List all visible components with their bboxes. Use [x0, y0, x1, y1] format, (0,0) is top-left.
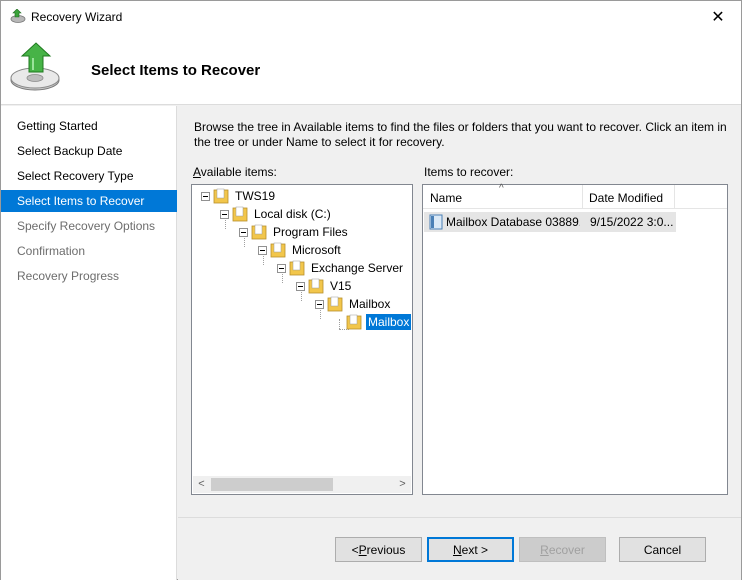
- column-divider[interactable]: [674, 185, 675, 209]
- collapse-icon[interactable]: [258, 245, 267, 255]
- item-name: Mailbox Database 03889...: [446, 215, 580, 229]
- collapse-icon[interactable]: [277, 263, 286, 273]
- column-header-date-modified[interactable]: Date Modified: [583, 185, 663, 209]
- next-button[interactable]: Next >: [427, 537, 514, 562]
- scroll-right-icon[interactable]: >: [394, 476, 411, 493]
- tree-node-label: TWS19: [235, 189, 276, 203]
- instructions-text: Browse the tree in Available items to fi…: [194, 120, 727, 149]
- step-confirmation: Confirmation: [17, 244, 86, 258]
- scroll-left-icon[interactable]: <: [193, 476, 210, 493]
- available-items-tree[interactable]: TWS19 Local disk (C:) Program Files Micr…: [191, 184, 413, 495]
- folder-icon: [289, 260, 305, 276]
- tree-node-v15[interactable]: V15: [296, 277, 353, 295]
- tree-node-mailbox-parent[interactable]: Mailbox: [315, 295, 392, 313]
- folder-icon: [270, 242, 286, 258]
- tree-node-program-files[interactable]: Program Files: [239, 223, 350, 241]
- folder-icon: [213, 188, 229, 204]
- tree-node-label: Local disk (C:): [254, 207, 331, 221]
- folder-icon: [232, 206, 248, 222]
- recovery-wizard-window: Recovery Wizard ✕ Select Items to Recove…: [0, 0, 742, 580]
- folder-icon: [346, 314, 362, 330]
- folder-icon: [251, 224, 267, 240]
- available-items-label: Available items:: [193, 165, 277, 179]
- tree-node-microsoft[interactable]: Microsoft: [258, 241, 343, 259]
- collapse-icon[interactable]: [220, 209, 229, 219]
- sort-ascending-icon: ^: [499, 183, 504, 194]
- folder-icon: [327, 296, 343, 312]
- wizard-steps-sidebar: Getting Started Select Backup Date Selec…: [1, 106, 177, 580]
- wizard-header: Select Items to Recover: [1, 32, 741, 105]
- step-specify-recovery-options: Specify Recovery Options: [17, 219, 156, 233]
- list-header: ^ Name Date Modified: [423, 183, 727, 209]
- close-button[interactable]: ✕: [695, 1, 741, 32]
- mailbox-database-icon: [429, 214, 443, 230]
- items-to-recover-label: Items to recover:: [424, 165, 514, 179]
- items-to-recover-list[interactable]: ^ Name Date Modified Mailbox Database 03…: [422, 183, 728, 495]
- item-date-modified: 9/15/2022 3:0...: [590, 215, 674, 229]
- scrollbar-thumb[interactable]: [211, 478, 333, 491]
- collapse-icon[interactable]: [296, 281, 305, 291]
- folder-icon: [308, 278, 324, 294]
- step-recovery-progress: Recovery Progress: [17, 269, 120, 283]
- tree-node-label: Mailbox: [349, 297, 391, 311]
- list-item[interactable]: Mailbox Database 03889... 9/15/2022 3:0.…: [424, 212, 676, 232]
- tree-node-label: Mailbox: [366, 314, 412, 330]
- tree-horizontal-scrollbar[interactable]: < >: [193, 476, 411, 493]
- app-icon: [10, 9, 26, 23]
- title-bar: Recovery Wizard ✕: [1, 1, 741, 32]
- wizard-content: Browse the tree in Available items to fi…: [178, 106, 741, 517]
- backup-recovery-icon: [10, 42, 60, 91]
- tree-node-mailbox-selected[interactable]: Mailbox: [346, 313, 412, 331]
- cancel-button[interactable]: Cancel: [619, 537, 706, 562]
- step-select-items-to-recover[interactable]: Select Items to Recover: [1, 190, 177, 212]
- collapse-icon[interactable]: [239, 227, 248, 237]
- wizard-footer: < Previous Next > Recover Cancel: [178, 517, 741, 580]
- previous-button[interactable]: < Previous: [335, 537, 422, 562]
- step-select-recovery-type[interactable]: Select Recovery Type: [1, 165, 177, 187]
- column-header-name[interactable]: Name: [424, 185, 462, 209]
- step-getting-started[interactable]: Getting Started: [1, 115, 177, 137]
- recover-button: Recover: [519, 537, 606, 562]
- tree-node-label: Program Files: [273, 225, 348, 239]
- step-select-backup-date[interactable]: Select Backup Date: [1, 140, 177, 162]
- tree-node-local-disk[interactable]: Local disk (C:): [220, 205, 333, 223]
- tree-node-label: V15: [330, 279, 352, 293]
- collapse-icon[interactable]: [315, 299, 324, 309]
- close-icon: ✕: [711, 8, 725, 26]
- tree-node-label: Exchange Server: [311, 261, 404, 275]
- tree-node-tws19[interactable]: TWS19: [201, 187, 277, 205]
- tree-node-exchange-server[interactable]: Exchange Server: [277, 259, 405, 277]
- window-title: Recovery Wizard: [31, 10, 123, 24]
- tree-node-label: Microsoft: [292, 243, 341, 257]
- collapse-icon[interactable]: [201, 191, 210, 201]
- page-title: Select Items to Recover: [91, 62, 261, 79]
